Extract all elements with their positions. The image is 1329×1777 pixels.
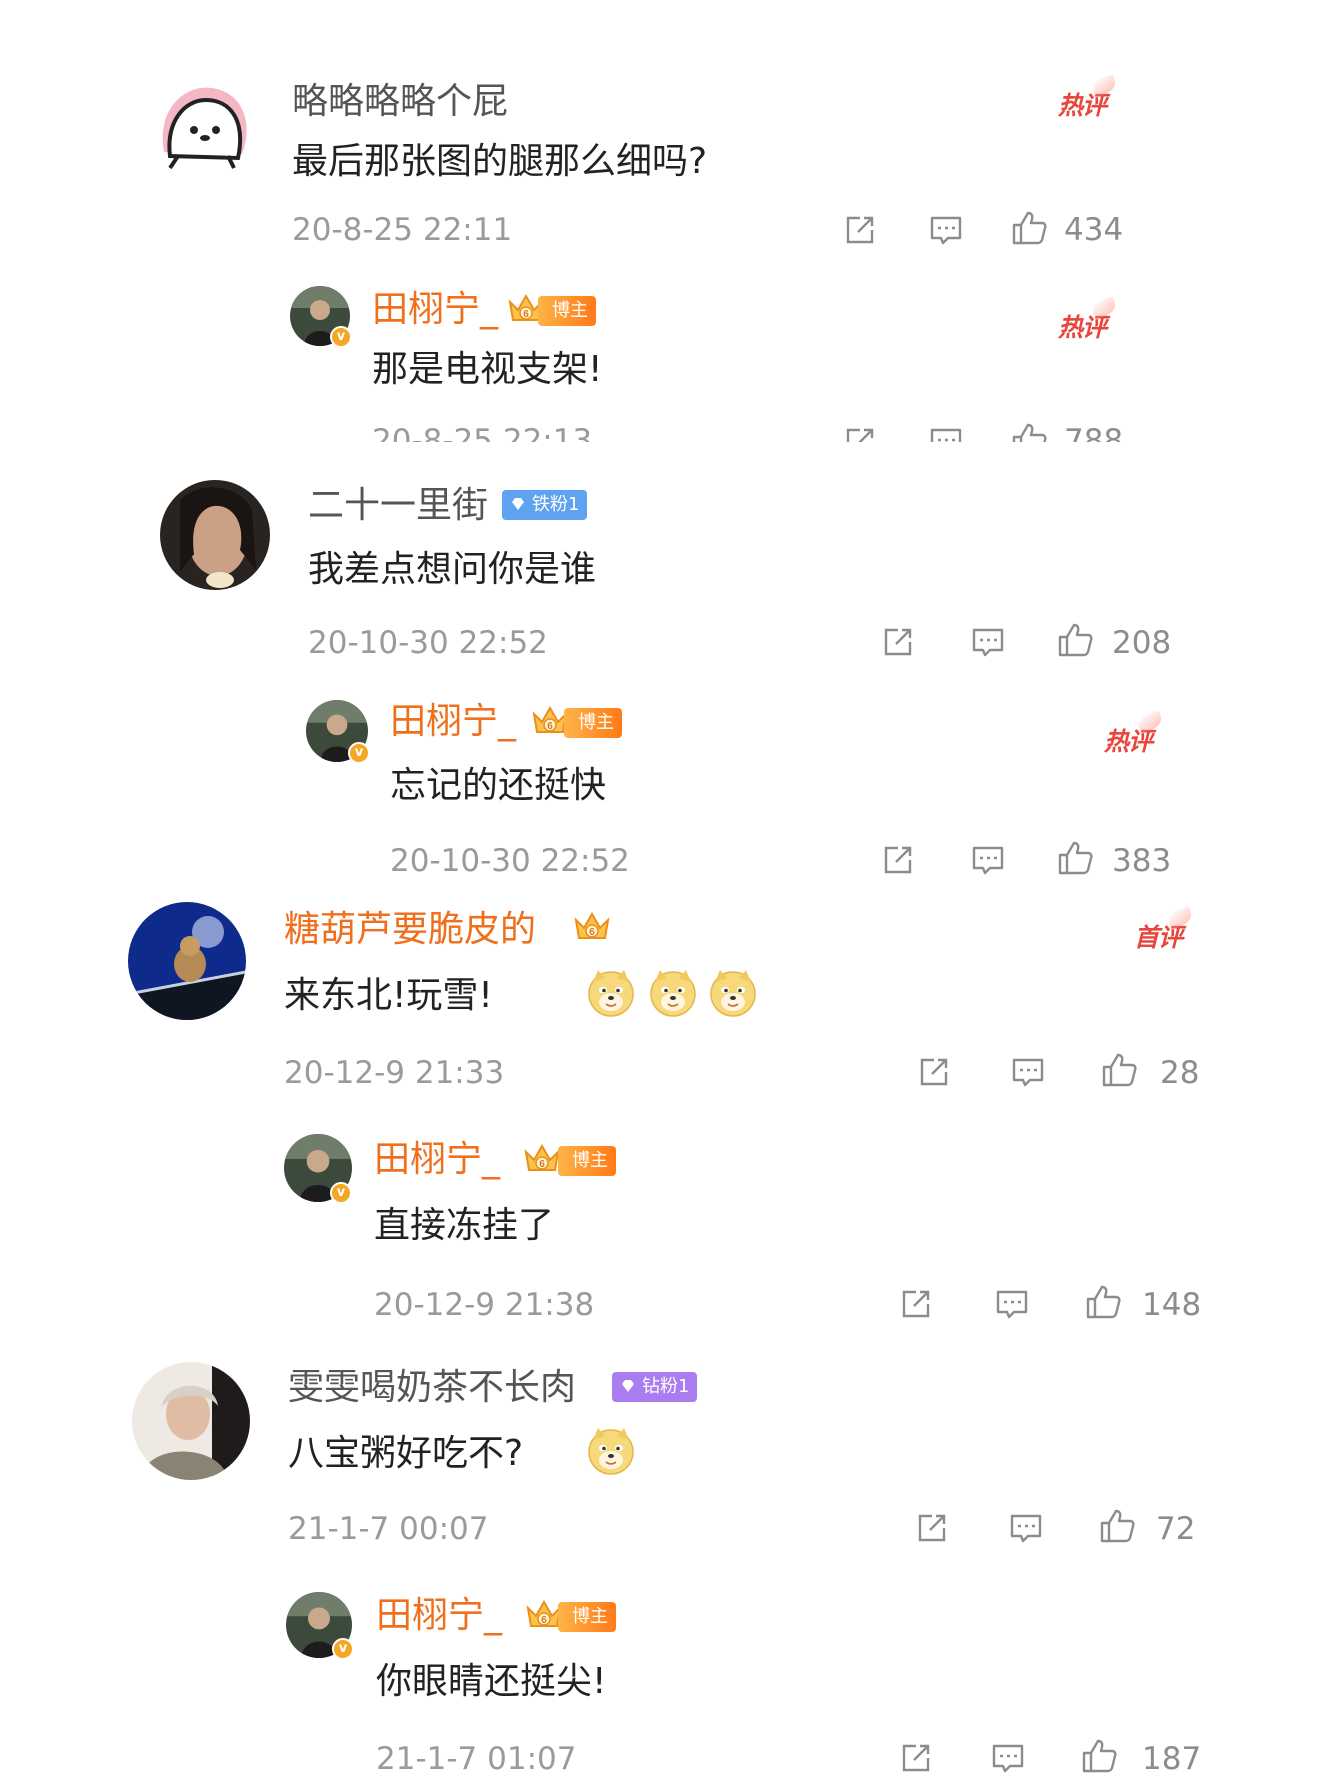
like-count: 148 — [1142, 1287, 1202, 1323]
blogger-badge: 博主 — [558, 1146, 616, 1176]
comment-time: 20-10-30 22:52 — [308, 625, 548, 661]
comment-username[interactable]: 雯雯喝奶茶不长肉 — [288, 1370, 576, 1406]
reply-username[interactable]: 田栩宁_ — [376, 1598, 502, 1634]
share-icon[interactable] — [898, 1740, 934, 1776]
verified-badge: v — [332, 1638, 354, 1660]
reply-time: 20-10-30 22:52 — [390, 843, 630, 879]
verified-badge: v — [330, 326, 352, 348]
like-count: 434 — [1064, 212, 1124, 248]
like-icon[interactable] — [1098, 1507, 1136, 1545]
comment-text: 最后那张图的腿那么细吗? — [292, 141, 708, 182]
hot-comment-tag: 热评 — [1104, 722, 1153, 758]
share-icon[interactable] — [898, 1286, 934, 1322]
comment-text: 八宝粥好吃不? — [288, 1433, 524, 1474]
blogger-badge-label: 博主 — [572, 1150, 608, 1171]
like-count: 383 — [1112, 843, 1172, 879]
like-count: 208 — [1112, 625, 1172, 661]
comment-time: 20-8-25 22:11 — [292, 212, 513, 248]
share-icon[interactable] — [880, 842, 916, 878]
fan-badge: 铁粉1 — [502, 490, 588, 520]
verified-badge: v — [330, 1182, 352, 1204]
reply-text: 忘记的还挺快 — [390, 765, 607, 806]
comment-text: 我差点想问你是谁 — [308, 549, 597, 590]
like-icon[interactable] — [1080, 1737, 1118, 1775]
crown-icon — [522, 1142, 562, 1176]
like-icon[interactable] — [1056, 621, 1094, 659]
comment-text: 来东北!玩雪! — [284, 975, 493, 1016]
comment-icon[interactable] — [990, 1740, 1026, 1776]
doge-emoji — [586, 968, 636, 1018]
reply-time: 21-1-7 01:07 — [376, 1741, 577, 1777]
reply-text: 那是电视支架! — [372, 349, 603, 390]
fan-badge-label: 铁粉1 — [532, 494, 580, 515]
share-icon[interactable] — [880, 624, 916, 660]
fan-badge: 钻粉1 — [612, 1372, 698, 1402]
like-icon[interactable] — [1010, 209, 1048, 247]
like-count: 28 — [1160, 1055, 1200, 1091]
doge-emoji — [648, 968, 698, 1018]
like-icon[interactable] — [1056, 839, 1094, 877]
reply-text: 直接冻挂了 — [374, 1205, 555, 1246]
crown-icon — [572, 910, 612, 944]
share-icon[interactable] — [916, 1054, 952, 1090]
comment-username[interactable]: 二十一里街 — [308, 488, 488, 524]
like-icon[interactable] — [1084, 1283, 1122, 1321]
like-count: 187 — [1142, 1741, 1202, 1777]
reply-time: 20-12-9 21:38 — [374, 1287, 595, 1323]
hot-comment-tag: 热评 — [1058, 308, 1107, 344]
avatar[interactable] — [128, 902, 246, 1020]
like-count: 72 — [1156, 1511, 1196, 1547]
comment-username[interactable]: 糖葫芦要脆皮的 — [284, 912, 536, 948]
avatar[interactable] — [150, 78, 254, 182]
comment-icon[interactable] — [928, 212, 964, 248]
comment-icon[interactable] — [970, 842, 1006, 878]
reply-username[interactable]: 田栩宁_ — [390, 704, 516, 740]
comment-icon[interactable] — [970, 624, 1006, 660]
crop-edge — [0, 442, 1329, 466]
comment-time: 20-12-9 21:33 — [284, 1055, 505, 1091]
blogger-badge: 博主 — [538, 296, 596, 326]
verified-badge: v — [348, 742, 370, 764]
comment-username[interactable]: 略略略略个屁 — [292, 84, 508, 120]
doge-emoji — [586, 1426, 636, 1476]
first-comment-tag: 首评 — [1134, 918, 1183, 954]
comment-icon[interactable] — [1008, 1510, 1044, 1546]
diamond-icon — [620, 1378, 636, 1394]
hot-comment-tag: 热评 — [1058, 86, 1107, 122]
like-icon[interactable] — [1100, 1051, 1138, 1089]
comment-time: 21-1-7 00:07 — [288, 1511, 489, 1547]
diamond-icon — [510, 496, 526, 512]
blogger-badge-label: 博主 — [552, 300, 588, 321]
fan-badge-label: 钻粉1 — [642, 1376, 690, 1397]
comment-icon[interactable] — [994, 1286, 1030, 1322]
blogger-badge-label: 博主 — [578, 712, 614, 733]
avatar[interactable] — [132, 1362, 250, 1480]
reply-username[interactable]: 田栩宁_ — [372, 292, 498, 328]
avatar[interactable] — [160, 480, 270, 590]
share-icon[interactable] — [842, 212, 878, 248]
comment-icon[interactable] — [1010, 1054, 1046, 1090]
reply-text: 你眼睛还挺尖! — [376, 1661, 607, 1702]
blogger-badge: 博主 — [558, 1602, 616, 1632]
blogger-badge: 博主 — [564, 708, 622, 738]
share-icon[interactable] — [914, 1510, 950, 1546]
reply-username[interactable]: 田栩宁_ — [374, 1142, 500, 1178]
doge-emoji — [708, 968, 758, 1018]
blogger-badge-label: 博主 — [572, 1606, 608, 1627]
